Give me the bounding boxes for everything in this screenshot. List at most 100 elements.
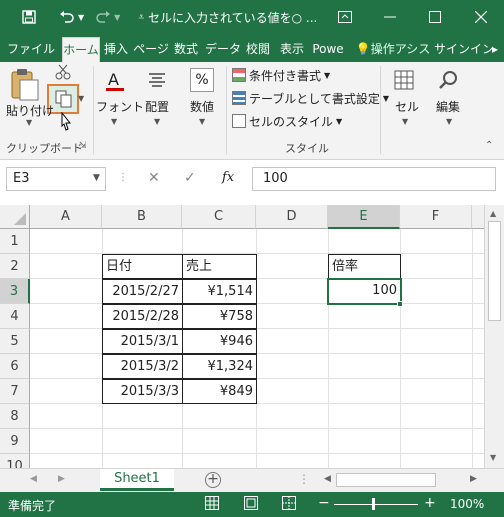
tab-data[interactable]: データ: [205, 37, 241, 62]
tab-insert[interactable]: 挿入: [102, 37, 130, 62]
row-header[interactable]: 6: [0, 354, 30, 379]
format-as-table-button[interactable]: テーブルとして書式設定 ▼: [232, 88, 389, 108]
row-header[interactable]: 10: [0, 454, 30, 468]
column-header-selected[interactable]: E: [328, 205, 400, 229]
prev-sheet-icon[interactable]: ◀: [30, 474, 37, 484]
cell-date[interactable]: 2015/3/1: [102, 329, 183, 354]
copy-dropdown-icon[interactable]: ▼: [78, 94, 84, 103]
cells-icon[interactable]: [392, 68, 416, 92]
align-dropdown-icon[interactable]: ▼: [154, 117, 160, 126]
tab-home[interactable]: ホーム: [62, 37, 100, 62]
horizontal-scroll-thumb[interactable]: [336, 473, 436, 487]
sheet-tab-active[interactable]: Sheet1: [100, 469, 174, 491]
row-header[interactable]: 2: [0, 254, 30, 279]
scroll-left-icon[interactable]: ◀: [324, 474, 331, 484]
add-sheet-icon[interactable]: +: [205, 472, 221, 488]
column-header[interactable]: D: [256, 205, 328, 229]
tab-split-icon[interactable]: ⋮: [298, 472, 310, 486]
cell-date[interactable]: 2015/3/3: [102, 379, 183, 404]
tab-power[interactable]: Powe: [311, 37, 345, 62]
conditional-format-button[interactable]: 条件付き書式 ▼: [232, 65, 330, 85]
selected-cell-rate[interactable]: 100: [327, 278, 402, 305]
dialog-launcher-icon[interactable]: ⇲: [79, 141, 87, 151]
search-icon[interactable]: [437, 68, 461, 92]
tab-file[interactable]: ファイル: [4, 37, 58, 62]
normal-view-icon[interactable]: [205, 496, 219, 513]
cell-styles-button[interactable]: セルのスタイル ▼: [232, 111, 342, 131]
redo-icon[interactable]: [92, 6, 114, 28]
edit-label[interactable]: 編集: [436, 98, 460, 115]
column-header[interactable]: [472, 205, 484, 229]
scroll-up-icon[interactable]: ▲: [490, 209, 496, 218]
column-header[interactable]: B: [102, 205, 182, 229]
cancel-icon[interactable]: ✕: [148, 170, 160, 186]
row-header[interactable]: 1: [0, 229, 30, 254]
cell-header-rate[interactable]: 倍率: [328, 254, 401, 279]
cell-date[interactable]: 2015/2/27: [102, 279, 183, 304]
edit-dropdown-icon[interactable]: ▼: [446, 117, 452, 126]
tab-page-layout[interactable]: ページ: [133, 37, 169, 62]
zoom-level[interactable]: 100%: [450, 497, 484, 511]
cell-date[interactable]: 2015/2/28: [102, 304, 183, 329]
percent-icon[interactable]: %: [190, 68, 214, 92]
select-all-corner[interactable]: [0, 205, 30, 229]
align-label[interactable]: 配置: [145, 98, 169, 115]
close-icon[interactable]: [466, 2, 496, 32]
cut-icon[interactable]: [55, 64, 71, 83]
font-label[interactable]: フォント: [96, 98, 144, 115]
cell-sales[interactable]: ¥1,514: [182, 279, 257, 304]
cell-sales[interactable]: ¥758: [182, 304, 257, 329]
ribbon-collapse-icon[interactable]: ▸: [488, 37, 502, 62]
row-header[interactable]: 9: [0, 429, 30, 454]
enter-icon[interactable]: ✓: [184, 170, 196, 186]
collapse-ribbon-icon[interactable]: ⌃: [485, 140, 493, 151]
row-header[interactable]: 7: [0, 379, 30, 404]
name-box-dropdown-icon[interactable]: ▼: [93, 173, 100, 183]
font-icon[interactable]: A: [103, 68, 127, 92]
cell-header-date[interactable]: 日付: [102, 254, 183, 279]
cell-date[interactable]: 2015/3/2: [102, 354, 183, 379]
zoom-out-icon[interactable]: −: [318, 495, 330, 511]
number-dropdown-icon[interactable]: ▼: [199, 117, 205, 126]
column-header[interactable]: F: [400, 205, 472, 229]
tab-review[interactable]: 校閲: [243, 37, 273, 62]
paste-dropdown-icon[interactable]: ▼: [26, 118, 32, 127]
name-box[interactable]: E3: [6, 167, 106, 191]
undo-dropdown-icon[interactable]: ▼: [78, 13, 84, 22]
ribbon-display-options-icon[interactable]: [330, 2, 360, 32]
number-label[interactable]: 数値: [190, 98, 214, 115]
fill-handle[interactable]: [397, 301, 403, 307]
row-header[interactable]: 8: [0, 404, 30, 429]
cell-header-sales[interactable]: 売上: [182, 254, 257, 279]
zoom-slider-track[interactable]: [334, 504, 418, 505]
row-header[interactable]: 4: [0, 304, 30, 329]
scroll-down-icon[interactable]: ▼: [490, 453, 496, 462]
row-header-selected[interactable]: 3: [0, 279, 30, 304]
undo-icon[interactable]: [56, 6, 78, 28]
align-icon[interactable]: [145, 68, 169, 92]
cell-sales[interactable]: ¥946: [182, 329, 257, 354]
page-break-view-icon[interactable]: [282, 496, 296, 513]
minimize-icon[interactable]: [375, 2, 405, 32]
tab-formulas[interactable]: 数式: [171, 37, 201, 62]
redo-dropdown-icon[interactable]: ▼: [114, 13, 120, 22]
next-sheet-icon[interactable]: ▶: [58, 474, 65, 484]
sign-in-link[interactable]: サインイン: [434, 37, 494, 62]
cells-label[interactable]: セル: [395, 98, 419, 115]
cells-dropdown-icon[interactable]: ▼: [402, 117, 408, 126]
tab-tell-me[interactable]: 💡操作アシス: [352, 37, 434, 62]
scroll-right-icon[interactable]: ▶: [470, 474, 477, 484]
page-layout-view-icon[interactable]: [244, 496, 258, 513]
font-dropdown-icon[interactable]: ▼: [111, 117, 117, 126]
vertical-scrollbar[interactable]: ▲ ▼: [484, 205, 504, 468]
tab-view[interactable]: 表示: [277, 37, 307, 62]
row-header[interactable]: 5: [0, 329, 30, 354]
vertical-scroll-thumb[interactable]: [488, 221, 501, 321]
zoom-in-icon[interactable]: +: [424, 495, 436, 511]
column-header[interactable]: A: [30, 205, 102, 229]
cell-sales[interactable]: ¥849: [182, 379, 257, 404]
insert-function-icon[interactable]: fx: [222, 170, 234, 185]
cell-sales[interactable]: ¥1,324: [182, 354, 257, 379]
maximize-icon[interactable]: [420, 2, 450, 32]
column-header[interactable]: C: [182, 205, 256, 229]
